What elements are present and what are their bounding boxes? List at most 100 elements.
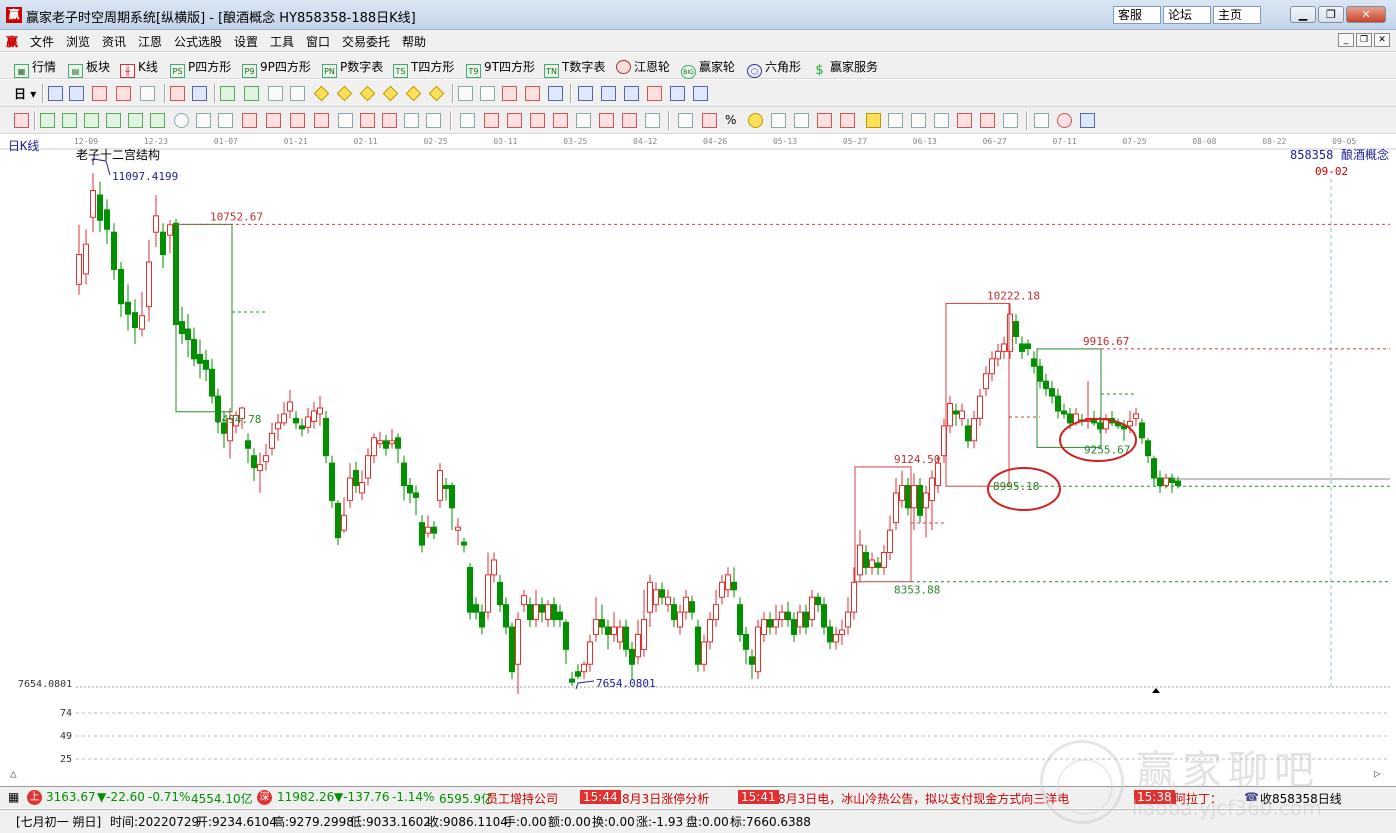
gann-fan-icon[interactable] — [484, 113, 499, 128]
draw-tool-4-icon[interactable] — [106, 113, 121, 128]
diamond-right-icon[interactable] — [382, 85, 399, 102]
cycle-tool-icon[interactable] — [622, 113, 637, 128]
stack3-tool-icon[interactable] — [934, 113, 949, 128]
t-number-table-button[interactable]: TN T数字表 — [544, 58, 605, 78]
menu-info[interactable]: 资讯 — [102, 33, 126, 50]
mdi-minimize-button[interactable]: _ — [1338, 33, 1354, 47]
gold-tool-icon[interactable] — [866, 113, 881, 128]
level-tool-icon[interactable] — [771, 113, 786, 128]
menu-gann[interactable]: 江恩 — [138, 33, 162, 50]
grid-view-icon[interactable] — [1034, 113, 1049, 128]
bars-tool-icon[interactable] — [338, 113, 353, 128]
pen-icon[interactable] — [14, 113, 29, 128]
menu-help[interactable]: 帮助 — [402, 33, 426, 50]
stack4-tool-icon[interactable] — [957, 113, 972, 128]
crosshair-icon[interactable] — [480, 86, 495, 101]
box-tool-icon[interactable] — [290, 113, 305, 128]
9t-square-button[interactable]: T9 9T四方形 — [466, 58, 535, 78]
p-number-table-button[interactable]: PN P数字表 — [322, 58, 383, 78]
kline-button[interactable]: ╫ K线 — [120, 58, 158, 78]
forum-link[interactable]: 论坛 — [1163, 6, 1211, 24]
cursor-icon[interactable] — [140, 86, 155, 101]
target-tool-icon[interactable] — [242, 113, 257, 128]
infinity-icon[interactable] — [1080, 113, 1095, 128]
menu-browse[interactable]: 浏览 — [66, 33, 90, 50]
bars-icon[interactable] — [92, 86, 107, 101]
first-icon[interactable] — [220, 86, 235, 101]
parallel-tool-icon[interactable] — [645, 113, 660, 128]
prev-icon[interactable] — [268, 86, 283, 101]
diamond-left-icon[interactable] — [359, 85, 376, 102]
matrix-tool-icon[interactable] — [382, 113, 397, 128]
grid-tool-icon[interactable] — [196, 113, 211, 128]
sector-button[interactable]: ▤ 板块 — [68, 58, 110, 78]
draw-tool-5-icon[interactable] — [128, 113, 143, 128]
ruler-tool-icon[interactable] — [678, 113, 693, 128]
period-dropdown[interactable]: 日 ▾ — [14, 85, 36, 102]
circle-tool-icon[interactable] — [174, 113, 189, 128]
gear-tool-icon[interactable] — [525, 86, 540, 101]
coin-tool-icon[interactable] — [748, 113, 763, 128]
mdi-close-button[interactable]: ✕ — [1374, 33, 1390, 47]
square-tool-icon[interactable] — [314, 113, 329, 128]
diamond-shrink-icon[interactable] — [428, 85, 445, 102]
document-icon[interactable] — [69, 86, 84, 101]
stack6-tool-icon[interactable] — [1003, 113, 1018, 128]
menu-settings[interactable]: 设置 — [234, 33, 258, 50]
columns-tool-icon[interactable] — [404, 113, 419, 128]
save-icon[interactable] — [647, 86, 662, 101]
gann-wheel-button[interactable]: 江恩轮 — [616, 58, 670, 75]
gann-angle-icon[interactable] — [553, 113, 568, 128]
maximize-button[interactable]: ❐ — [1318, 6, 1344, 23]
diamond-up-icon[interactable] — [313, 85, 330, 102]
export-icon[interactable] — [693, 86, 708, 101]
table-tool-icon[interactable] — [599, 113, 614, 128]
homepage-link[interactable]: 主页 — [1213, 6, 1261, 24]
hexagon-button[interactable]: ⬡ 六角形 — [747, 58, 801, 78]
refresh-icon[interactable] — [548, 86, 563, 101]
menu-formula-select[interactable]: 公式选股 — [174, 33, 222, 50]
t-square-button[interactable]: TS T四方形 — [393, 58, 454, 78]
hash-tool-icon[interactable] — [360, 113, 375, 128]
news-item[interactable]: 员工增持公司 — [486, 790, 558, 807]
channel-tool-icon[interactable] — [460, 113, 475, 128]
zoom-icon[interactable] — [48, 86, 63, 101]
percent-tool-icon[interactable]: % — [725, 113, 740, 128]
equal-tool-icon[interactable] — [794, 113, 809, 128]
market-button[interactable]: ▦ 行情 — [14, 58, 56, 78]
stack2-tool-icon[interactable] — [911, 113, 926, 128]
mdi-restore-button[interactable]: ❐ — [1356, 33, 1372, 47]
winner-service-button[interactable]: $ 赢家服务 — [812, 58, 878, 78]
label-tool-icon[interactable] — [840, 113, 855, 128]
9p-square-button[interactable]: P9 9P四方形 — [242, 58, 311, 78]
draw-tool-6-icon[interactable] — [150, 113, 165, 128]
minimize-button[interactable]: ▁ — [1290, 6, 1316, 23]
menu-window[interactable]: 窗口 — [306, 33, 330, 50]
news-item[interactable]: 阿拉丁： — [1174, 790, 1222, 807]
p-square-button[interactable]: PS P四方形 — [170, 58, 231, 78]
next-icon[interactable] — [290, 86, 305, 101]
menu-file[interactable]: 文件 — [30, 33, 54, 50]
grid-icon[interactable]: ▦ — [8, 790, 19, 804]
arrow-tool-icon[interactable] — [817, 113, 832, 128]
gann-box-icon[interactable] — [507, 113, 522, 128]
fan-tool-icon[interactable] — [218, 113, 233, 128]
draw-tool-1-icon[interactable] — [40, 113, 55, 128]
fib-tool-icon[interactable] — [702, 113, 717, 128]
kline-chart-svg[interactable]: 12-09 12-23 01-07 01-21 02-11 02-25 03-11 03-25… — [0, 135, 1396, 782]
lines-tool-icon[interactable] — [426, 113, 441, 128]
calculator-icon[interactable] — [601, 86, 616, 101]
hand-icon[interactable] — [458, 86, 473, 101]
news-item[interactable]: 8月3日电，冰山冷热公告，拟以支付现金方式向三洋电 — [778, 790, 1069, 807]
print-icon[interactable] — [670, 86, 685, 101]
stack-tool-icon[interactable] — [888, 113, 903, 128]
stack5-tool-icon[interactable] — [980, 113, 995, 128]
menu-app-icon[interactable]: 赢 — [6, 33, 18, 50]
indicator-icon[interactable] — [170, 86, 185, 101]
news-item[interactable]: 8月3日涨停分析 — [622, 790, 709, 807]
last-icon[interactable] — [244, 86, 259, 101]
zigzag-tool-icon[interactable] — [576, 113, 591, 128]
diamond-down-icon[interactable] — [336, 85, 353, 102]
cross-tool-icon[interactable] — [266, 113, 281, 128]
close-button[interactable]: ✕ — [1346, 6, 1386, 23]
